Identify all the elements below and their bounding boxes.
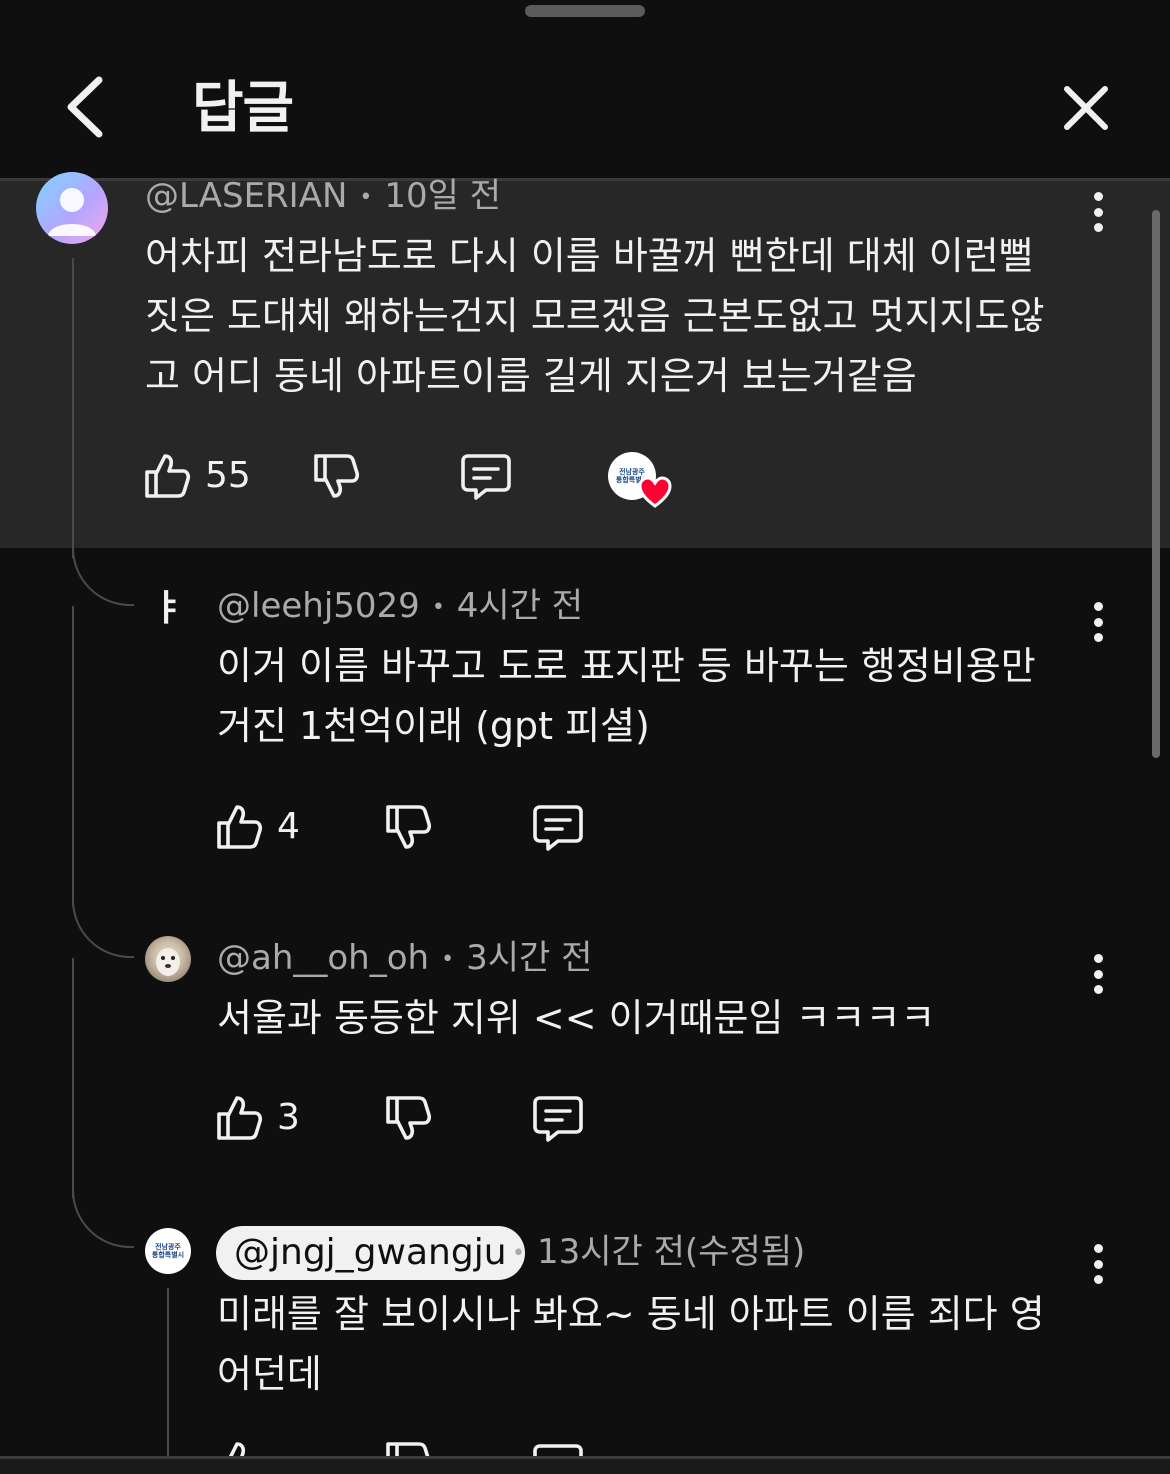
avatar[interactable]: 전남광주 통합특별시	[145, 1228, 191, 1274]
comment-text-line: 거진 1천억이래 (gpt 피셜)	[217, 704, 650, 748]
reply-button[interactable]	[532, 1442, 584, 1456]
like-button[interactable]	[215, 1440, 263, 1456]
dislike-button[interactable]	[384, 803, 432, 851]
dislike-button[interactable]	[312, 452, 360, 500]
reply-button[interactable]	[532, 803, 584, 853]
meta-separator: •	[359, 184, 373, 210]
thumb-up-icon	[145, 454, 191, 498]
avatar[interactable]	[36, 172, 108, 244]
meta-separator: •	[431, 594, 445, 620]
like-count: 55	[205, 455, 251, 496]
comment-icon	[533, 1444, 583, 1456]
thread-connector	[72, 900, 134, 958]
like-button[interactable]: 55	[143, 452, 251, 500]
comment-author[interactable]: @LASERIAN	[145, 176, 347, 216]
dog-photo-icon	[156, 948, 180, 976]
thumb-down-icon	[314, 454, 360, 498]
page-title: 답글	[192, 76, 294, 141]
close-icon	[1064, 86, 1108, 130]
more-options-button[interactable]	[1086, 598, 1110, 646]
creator-handle-badge[interactable]: @jngj_gwangju	[216, 1226, 525, 1280]
comment-author: @jngj_gwangju	[234, 1232, 507, 1273]
like-button[interactable]: 4	[215, 803, 300, 851]
avatar-logo: 전남광주 통합특별시	[151, 1243, 185, 1259]
chevron-left-icon	[67, 76, 103, 138]
creator-heart: 전남광주 통합특별시	[608, 452, 678, 512]
more-options-button[interactable]	[1086, 950, 1110, 998]
comment-text-line: 어차피 전라남도로 다시 이름 바꿀꺼 뻔한데 대체 이런뻘	[145, 234, 1034, 278]
thumb-up-icon	[217, 805, 263, 849]
like-button[interactable]: 3	[215, 1094, 300, 1142]
drag-handle[interactable]	[525, 5, 645, 17]
thumb-down-icon	[386, 1096, 432, 1140]
back-button[interactable]	[50, 70, 120, 144]
comment-meta: @leehj5029 • 4시간 전	[217, 586, 583, 628]
like-count: 4	[277, 806, 300, 847]
thread-line	[72, 958, 74, 1198]
comment-text-line: 어던데	[217, 1352, 322, 1396]
reply-button[interactable]	[460, 452, 512, 502]
thread-line	[72, 258, 74, 558]
comment-text: 서울과 동등한 지위 << 이거때문임 ㅋㅋㅋㅋ	[217, 988, 935, 1048]
close-button[interactable]	[1052, 74, 1120, 142]
comment-text-line: 고 어디 동네 아파트이름 길게 지은거 보는거같음	[145, 354, 917, 398]
comment-author[interactable]: @ah__oh_oh	[217, 938, 429, 978]
replies-sheet: 답글 @LASERIAN • 10일 전 어차피 전라남도로 다시 이름 바꿀꺼 뻔…	[0, 0, 1170, 1474]
thread-connector	[72, 1190, 134, 1248]
comment-text: 미래를 잘 보이시나 봐요~ 동네 아파트 이름 죄다 영 어던데	[217, 1284, 1045, 1404]
scrollbar[interactable]	[1152, 210, 1160, 758]
comment-text: 이거 이름 바꾸고 도로 표지판 등 바꾸는 행정비용만 거진 1천억이래 (g…	[217, 636, 1036, 756]
more-options-button[interactable]	[1086, 188, 1110, 236]
reply-button[interactable]	[532, 1094, 584, 1144]
like-count: 3	[277, 1097, 300, 1138]
thumb-up-icon	[217, 1096, 263, 1140]
meta-separator: •	[441, 946, 455, 972]
thread-line	[72, 606, 74, 906]
avatar[interactable]: ㅑ	[145, 586, 191, 632]
avatar-logo: ㅑ	[151, 588, 185, 629]
comment-text-line: 짓은 도대체 왜하는건지 모르겠음 근본도없고 멋지지도않	[145, 294, 1045, 338]
comment-meta: • 13시간 전(수정됨)	[512, 1232, 805, 1274]
comment-icon	[533, 1096, 583, 1142]
comment-meta: @LASERIAN • 10일 전	[145, 176, 501, 218]
thumb-down-icon	[386, 1442, 430, 1456]
dislike-button[interactable]	[384, 1440, 432, 1456]
comment-icon	[461, 454, 511, 500]
comment-text: 어차피 전라남도로 다시 이름 바꿀꺼 뻔한데 대체 이런뻘 짓은 도대체 왜하…	[145, 226, 1044, 406]
sub-thread-line	[167, 1288, 169, 1458]
thread-connector	[72, 548, 134, 606]
comment-text-line: 미래를 잘 보이시나 봐요~ 동네 아파트 이름 죄다 영	[217, 1292, 1045, 1336]
more-options-button[interactable]	[1086, 1240, 1110, 1288]
comment-author[interactable]: @leehj5029	[217, 586, 420, 626]
heart-icon	[638, 476, 672, 508]
comment-time: 3시간 전	[466, 938, 593, 978]
header: 답글	[0, 30, 1170, 180]
comment-meta: @ah__oh_oh • 3시간 전	[217, 938, 592, 980]
thumb-down-icon	[386, 805, 432, 849]
person-icon	[48, 188, 96, 236]
comment-text-line: 서울과 동등한 지위 << 이거때문임 ㅋㅋㅋㅋ	[217, 996, 936, 1040]
bottom-strip	[0, 1459, 1170, 1474]
comment-time: 10일 전	[384, 176, 502, 216]
comment-text-line: 이거 이름 바꾸고 도로 표지판 등 바꾸는 행정비용만	[217, 644, 1036, 688]
meta-separator: •	[512, 1240, 525, 1266]
dislike-button[interactable]	[384, 1094, 432, 1142]
avatar[interactable]	[145, 936, 191, 982]
comment-time: 13시간 전(수정됨)	[536, 1232, 806, 1272]
comment-time: 4시간 전	[456, 586, 584, 626]
thumb-up-icon	[228, 1442, 246, 1456]
comment-icon	[533, 805, 583, 851]
